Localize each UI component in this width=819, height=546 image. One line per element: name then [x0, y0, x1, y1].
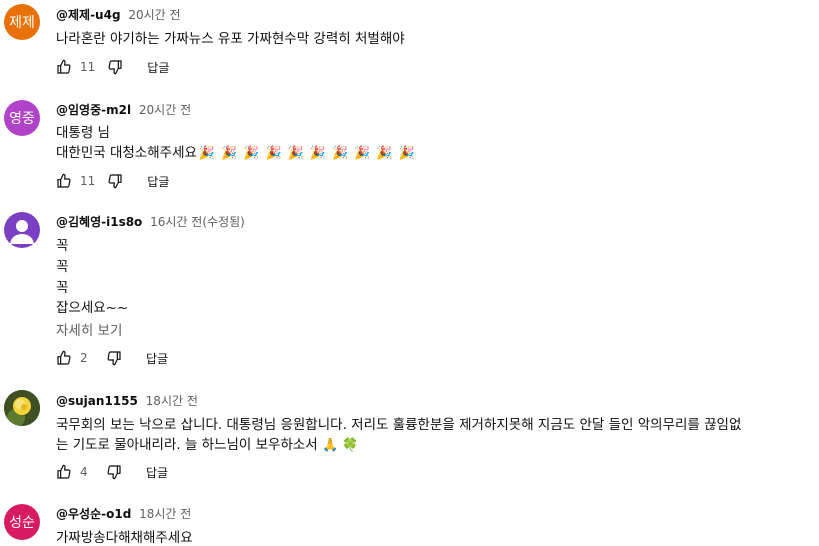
reply-button[interactable]: 답글	[147, 173, 169, 190]
party-popper-emoji: 🎉	[354, 146, 371, 161]
author-name[interactable]: @우성순-o1d	[56, 507, 131, 521]
comment-text: 국무회의 보는 낙으로 삽니다. 대통령님 응원합니다. 저리도 훌륭한분을 제…	[56, 417, 742, 433]
comment-text: 꼭	[56, 238, 69, 254]
comment-text: 꼭	[56, 259, 69, 275]
read-more-link[interactable]: 자세히 보기	[56, 319, 122, 339]
comment-text-line-2: 는 기도로 물아내리라. 늘 하느님이 보우하소서 🙏 🍀	[56, 433, 359, 453]
avatar[interactable]	[4, 212, 40, 248]
like-button[interactable]: 4	[56, 464, 94, 480]
author-name[interactable]: @sujan1155	[56, 394, 138, 408]
comment-header: @김혜영-i1s8o 16시간 전(수정됨)	[56, 213, 245, 230]
avatar-initials: 제제	[9, 15, 35, 31]
comment-header: @우성순-o1d 18시간 전	[56, 505, 191, 522]
comment-text: 꼭	[56, 280, 69, 296]
like-button[interactable]: 11	[56, 173, 95, 189]
party-popper-emoji: 🎉	[287, 146, 304, 161]
comment-actions: 2 답글	[56, 346, 168, 370]
comment-text: 대통령 님	[56, 125, 110, 141]
party-popper-emoji: 🎉	[198, 146, 216, 161]
avatar[interactable]: 성순	[4, 504, 40, 540]
dislike-button[interactable]	[106, 350, 122, 366]
party-popper-emoji: 🎉	[221, 146, 238, 161]
avatar[interactable]: 제제	[4, 4, 40, 40]
dislike-button[interactable]	[107, 59, 123, 75]
author-name[interactable]: @임영중-m2l	[56, 103, 131, 117]
party-popper-emoji: 🎉	[398, 146, 415, 161]
reply-button[interactable]: 답글	[146, 350, 168, 367]
avatar[interactable]: 영중	[4, 100, 40, 136]
timestamp[interactable]: 18시간 전	[146, 394, 198, 408]
like-count: 11	[80, 174, 96, 188]
author-name[interactable]: @김혜영-i1s8o	[56, 215, 142, 229]
comment-text-line-2: 대한민국 대청소해주세요 🎉 🎉 🎉 🎉 🎉 🎉 🎉 🎉 🎉 🎉	[56, 141, 415, 161]
comment-text: 나라혼란 야기하는 가짜뉴스 유포 가짜현수막 강력히 처벌해야	[56, 31, 405, 47]
like-count: 4	[80, 465, 88, 479]
comment-header: @sujan1155 18시간 전	[56, 392, 198, 409]
comment-actions: 11 답글	[56, 55, 169, 79]
thumbs-up-icon	[57, 464, 71, 479]
thumbs-down-icon	[107, 351, 121, 366]
timestamp[interactable]: 16시간 전(수정됨)	[150, 215, 245, 229]
party-popper-emoji: 🎉	[376, 146, 393, 161]
thumbs-down-icon	[108, 174, 122, 189]
like-button[interactable]: 2	[56, 350, 94, 366]
like-count: 11	[80, 60, 96, 74]
like-count: 2	[80, 351, 88, 365]
comment-text: 잡으세요~~	[56, 300, 129, 316]
comment-header: @임영중-m2l 20시간 전	[56, 101, 191, 118]
dislike-button[interactable]	[106, 464, 122, 480]
like-button[interactable]: 11	[56, 59, 95, 75]
timestamp[interactable]: 20시간 전	[128, 8, 180, 22]
comment-actions: 4 답글	[56, 460, 168, 484]
dislike-button[interactable]	[107, 173, 123, 189]
party-popper-emoji: 🎉	[332, 146, 349, 161]
comment-actions: 11 답글	[56, 169, 169, 193]
reply-button[interactable]: 답글	[147, 59, 169, 76]
timestamp[interactable]: 18시간 전	[139, 507, 191, 521]
default-user-icon	[10, 220, 34, 244]
prayer-clover-emoji: 🙏 🍀	[322, 438, 359, 453]
party-popper-emoji: 🎉	[243, 146, 260, 161]
party-popper-emoji: 🎉	[265, 146, 282, 161]
thumbs-down-icon	[107, 465, 121, 480]
party-popper-emoji: 🎉	[309, 146, 327, 161]
comment-header: @제제-u4g 20시간 전	[56, 6, 181, 23]
comment-text: 는 기도로 물아내리라. 늘 하느님이 보우하소서	[56, 437, 318, 453]
flower-photo-icon	[4, 390, 40, 426]
avatar-initials: 성순	[9, 515, 35, 531]
thumbs-down-icon	[108, 60, 122, 75]
author-name[interactable]: @제제-u4g	[56, 8, 121, 22]
thumbs-up-icon	[57, 59, 71, 74]
thumbs-up-icon	[57, 350, 71, 365]
reply-button[interactable]: 답글	[146, 464, 168, 481]
avatar[interactable]	[4, 390, 40, 426]
comment-text: 대한민국 대청소해주세요	[56, 145, 197, 161]
avatar-initials: 영중	[9, 111, 35, 127]
timestamp[interactable]: 20시간 전	[139, 103, 191, 117]
thumbs-up-icon	[57, 173, 71, 188]
comment-text: 가짜방송다해채해주세요	[56, 530, 193, 546]
party-emoji-row: 🎉 🎉 🎉 🎉 🎉 🎉 🎉 🎉 🎉 🎉	[197, 145, 415, 161]
